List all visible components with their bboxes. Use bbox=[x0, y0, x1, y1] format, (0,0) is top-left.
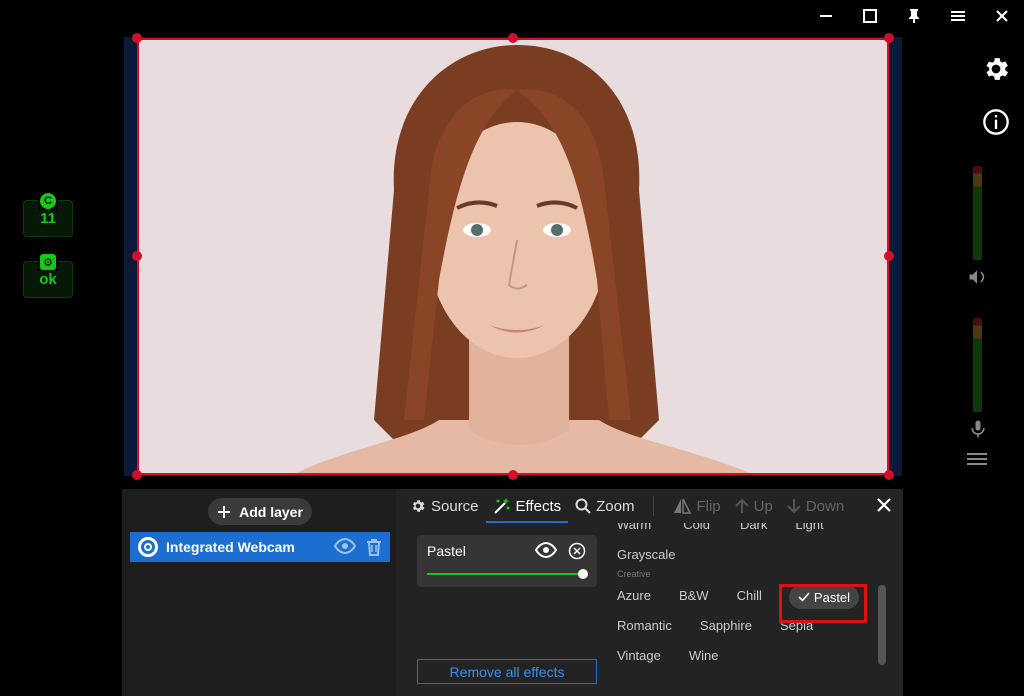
tab-zoom[interactable]: Zoom bbox=[568, 489, 641, 523]
layer-item-webcam[interactable]: Integrated Webcam bbox=[130, 532, 390, 562]
c-icon: C bbox=[40, 193, 56, 209]
effect-bw[interactable]: B&W bbox=[679, 588, 709, 603]
info-icon bbox=[983, 109, 1009, 135]
applied-effect-card: Pastel bbox=[417, 535, 597, 587]
effect-grayscale[interactable]: Grayscale bbox=[617, 547, 676, 562]
resize-handle-tr[interactable] bbox=[884, 33, 894, 43]
magic-wand-icon bbox=[493, 498, 510, 514]
webcam-frame[interactable] bbox=[137, 38, 889, 475]
gear-icon: ⚙ bbox=[40, 254, 56, 270]
menu-icon bbox=[967, 453, 987, 465]
window-controls bbox=[804, 0, 1024, 32]
tab-source[interactable]: Source bbox=[403, 489, 486, 523]
resize-handle-r[interactable] bbox=[884, 251, 894, 261]
menu-button[interactable] bbox=[936, 0, 980, 32]
counter-badge: C 11 bbox=[23, 192, 73, 237]
remove-all-effects-button[interactable]: Remove all effects bbox=[417, 659, 597, 684]
pin-button[interactable] bbox=[892, 0, 936, 32]
close-icon bbox=[877, 498, 891, 512]
effect-cold[interactable]: Cold bbox=[683, 523, 710, 532]
counter-value: 11 bbox=[40, 210, 56, 227]
move-down-button[interactable]: Down bbox=[780, 489, 851, 523]
maximize-button[interactable] bbox=[848, 0, 892, 32]
minimize-button[interactable] bbox=[804, 0, 848, 32]
add-layer-label: Add layer bbox=[239, 503, 303, 520]
audio-menu-button[interactable] bbox=[967, 450, 987, 473]
effect-dark[interactable]: Dark bbox=[740, 523, 767, 532]
eye-icon[interactable] bbox=[334, 538, 356, 554]
trash-icon[interactable] bbox=[366, 538, 382, 556]
arrow-down-icon bbox=[787, 499, 801, 514]
resize-handle-bl[interactable] bbox=[132, 470, 142, 480]
effect-romantic[interactable]: Romantic bbox=[617, 618, 672, 633]
close-button[interactable] bbox=[980, 0, 1024, 32]
resize-handle-tl[interactable] bbox=[132, 33, 142, 43]
slider-knob[interactable] bbox=[578, 569, 588, 579]
settings-button[interactable] bbox=[981, 54, 1011, 89]
status-badge: ⚙ ok bbox=[23, 253, 73, 298]
speaker-level-meter bbox=[973, 166, 982, 260]
gear-icon bbox=[986, 58, 1008, 80]
resize-handle-b[interactable] bbox=[508, 470, 518, 480]
effect-sapphire[interactable]: Sapphire bbox=[700, 618, 752, 633]
eye-icon bbox=[534, 541, 558, 559]
speaker-icon bbox=[969, 270, 985, 284]
layer-name: Integrated Webcam bbox=[166, 539, 295, 555]
panel-close-button[interactable] bbox=[874, 495, 894, 520]
menu-icon bbox=[951, 11, 965, 21]
effect-light[interactable]: Light bbox=[795, 523, 823, 532]
gear-icon bbox=[412, 500, 425, 512]
speaker-button[interactable] bbox=[967, 267, 987, 292]
webcam-layer-icon bbox=[138, 537, 158, 557]
plus-icon bbox=[218, 505, 231, 518]
effect-azure[interactable]: Azure bbox=[617, 588, 651, 603]
mic-button[interactable] bbox=[968, 418, 988, 445]
move-up-button[interactable]: Up bbox=[728, 489, 780, 523]
layer-tabs: Source Effects Zoom Flip Up Down bbox=[403, 489, 851, 523]
mic-icon bbox=[971, 420, 985, 438]
effect-wine[interactable]: Wine bbox=[689, 648, 719, 663]
resize-handle-br[interactable] bbox=[884, 470, 894, 480]
pin-icon bbox=[909, 9, 919, 23]
layers-list: Add layer Integrated Webcam bbox=[122, 489, 396, 696]
close-circle-icon bbox=[568, 542, 586, 560]
remove-effect-button[interactable] bbox=[568, 542, 586, 565]
add-layer-button[interactable]: Add layer bbox=[208, 498, 312, 525]
minimize-icon bbox=[820, 15, 832, 17]
effect-vintage[interactable]: Vintage bbox=[617, 648, 661, 663]
flip-button[interactable]: Flip bbox=[666, 489, 727, 523]
resize-handle-t[interactable] bbox=[508, 33, 518, 43]
video-preview bbox=[124, 33, 902, 480]
effects-scrollbar[interactable] bbox=[878, 585, 886, 665]
status-value: ok bbox=[39, 271, 57, 288]
info-button[interactable] bbox=[982, 108, 1010, 141]
close-icon bbox=[996, 10, 1008, 22]
section-creative: Creative bbox=[617, 569, 651, 579]
selection-highlight bbox=[779, 584, 867, 623]
mic-level-meter bbox=[973, 318, 982, 412]
search-icon bbox=[575, 498, 591, 514]
effect-intensity-slider[interactable] bbox=[427, 569, 588, 579]
applied-effect-name: Pastel bbox=[427, 543, 466, 559]
effect-warm[interactable]: Warm bbox=[617, 523, 651, 532]
resize-handle-l[interactable] bbox=[132, 251, 142, 261]
flip-icon bbox=[674, 498, 692, 514]
effect-visibility-button[interactable] bbox=[534, 541, 558, 563]
webcam-person-image bbox=[296, 45, 750, 473]
effect-chill[interactable]: Chill bbox=[737, 588, 762, 603]
tab-effects[interactable]: Effects bbox=[485, 489, 569, 523]
maximize-icon bbox=[863, 9, 877, 23]
arrow-up-icon bbox=[734, 498, 749, 513]
